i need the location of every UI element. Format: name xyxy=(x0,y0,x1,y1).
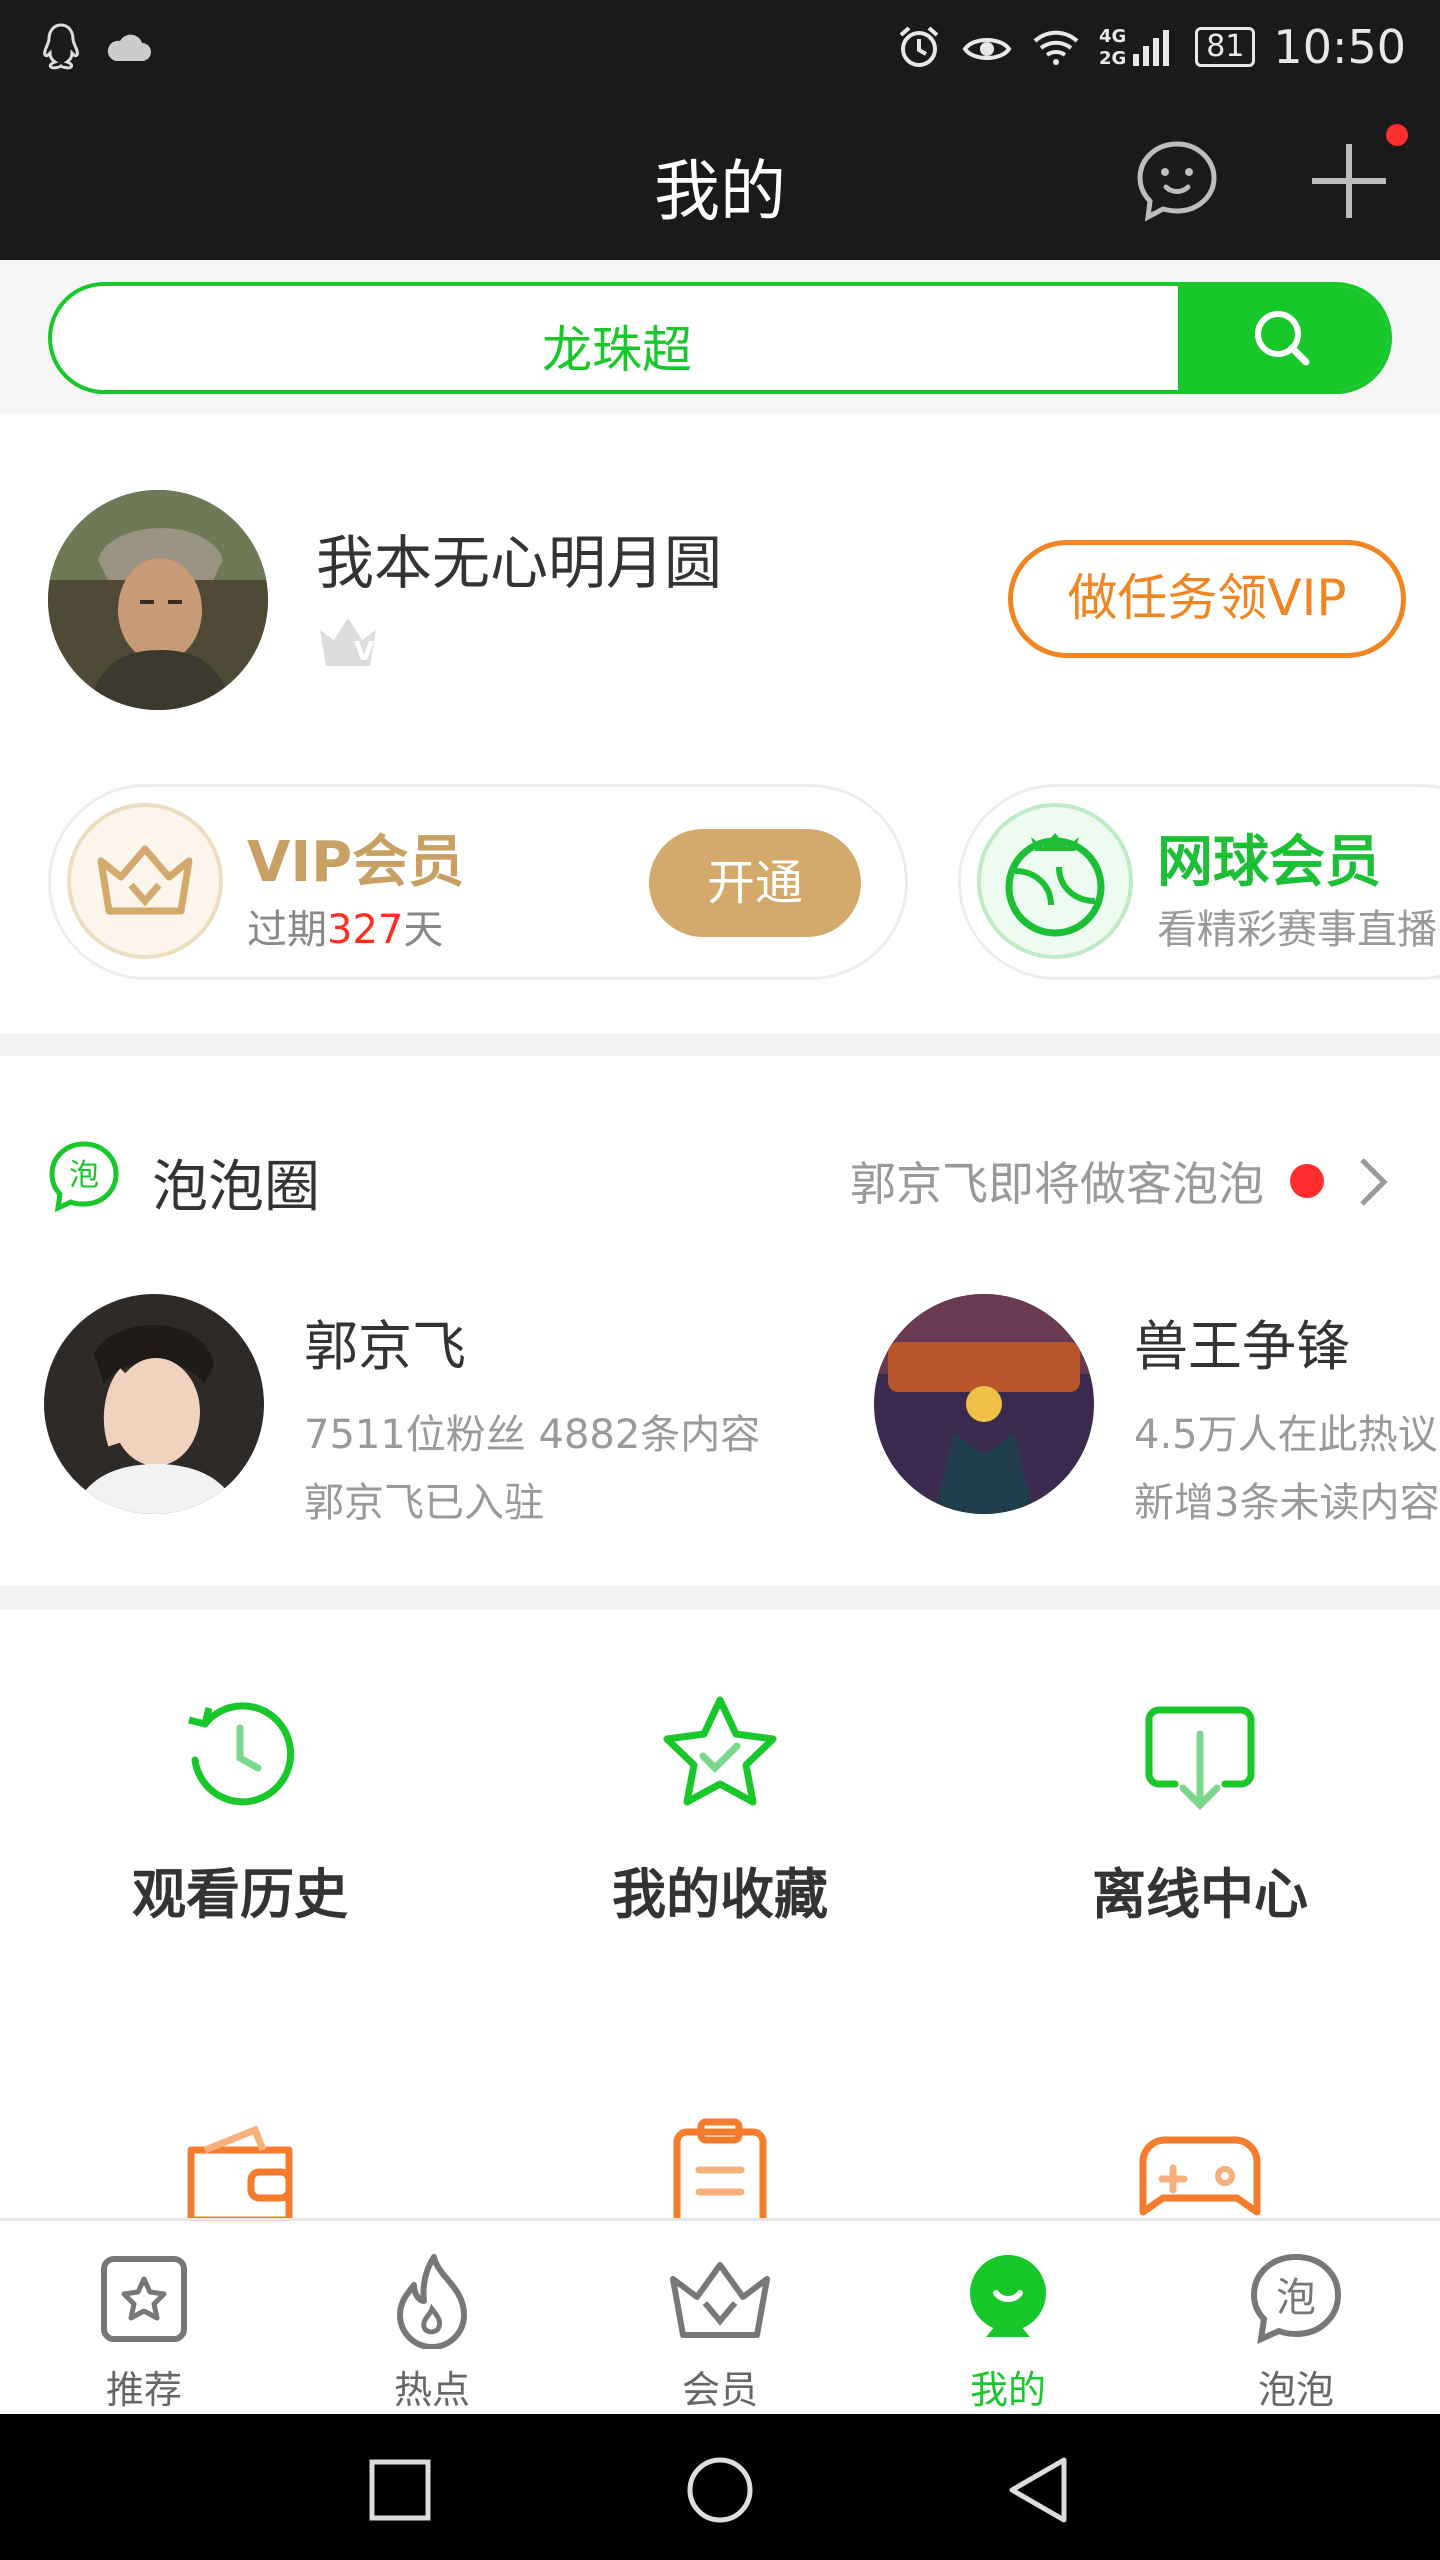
circle-avatar xyxy=(874,1294,1094,1514)
status-right-icons: 4G 2G 81 10:50 xyxy=(895,20,1406,74)
level-text: V1 xyxy=(354,637,392,667)
tab-vip-label: 会员 xyxy=(681,2368,758,2412)
wifi-icon xyxy=(1033,30,1079,65)
circle-avatar xyxy=(44,1294,264,1514)
tab-hot[interactable]: 热点 xyxy=(288,2249,576,2414)
home-icon[interactable] xyxy=(684,2454,756,2526)
chevron-right-icon[interactable] xyxy=(1354,1152,1394,1212)
alarm-icon xyxy=(899,26,939,67)
username: 我本无心明月圆 xyxy=(316,529,723,597)
battery-level: 81 xyxy=(1195,27,1256,67)
tennis-ball-icon xyxy=(977,803,1133,959)
tennis-title: 网球会员 xyxy=(1157,830,1381,895)
notification-dot xyxy=(1386,124,1408,146)
tab-recommend[interactable]: 推荐 xyxy=(0,2249,288,2414)
offline-center-label: 离线中心 xyxy=(1092,1863,1308,1926)
download-icon xyxy=(1145,1706,1255,1810)
bubble-icon: 泡 xyxy=(1250,2253,1342,2344)
history-icon xyxy=(188,1702,295,1806)
profile-section: 我本无心明月圆 V1 做任务领VIP VIP会员 过期327天 开通 网球会员 … xyxy=(0,414,1440,1034)
section-divider xyxy=(0,1586,1440,1610)
tab-bubble-label: 泡泡 xyxy=(1257,2368,1334,2412)
tab-bubble[interactable]: 泡 泡泡 xyxy=(1152,2249,1440,2414)
vip-expiry-suffix: 天 xyxy=(403,907,444,953)
section-divider xyxy=(0,1034,1440,1056)
bubble-circle-title: 泡泡圈 xyxy=(152,1155,320,1220)
svg-text:4G: 4G xyxy=(1099,26,1126,47)
status-bar: 4G 2G 81 10:50 xyxy=(0,0,1440,100)
watch-history-label: 观看历史 xyxy=(132,1863,348,1926)
tab-recommend-label: 推荐 xyxy=(105,2368,182,2412)
my-favorites-label: 我的收藏 xyxy=(612,1863,828,1926)
circle-note: 新增3条未读内容 xyxy=(1134,1480,1440,1526)
circle-name: 兽王争锋 xyxy=(1134,1315,1350,1378)
message-icon[interactable] xyxy=(1132,136,1222,226)
tennis-subtitle: 看精彩赛事直播 xyxy=(1157,907,1437,953)
task-vip-button[interactable]: 做任务领VIP xyxy=(1008,540,1406,658)
circle-avatar-image xyxy=(44,1294,264,1514)
bubble-tab-icon-text: 泡 xyxy=(1276,2275,1316,2321)
vip-membership-card[interactable]: VIP会员 过期327天 开通 xyxy=(48,784,908,980)
tab-hot-label: 热点 xyxy=(393,2368,470,2412)
crown-icon xyxy=(670,2262,770,2338)
page-title: 我的 xyxy=(654,153,786,230)
open-vip-button[interactable]: 开通 xyxy=(649,829,861,937)
offline-center-button[interactable]: 离线中心 xyxy=(960,1690,1440,1929)
circle-stats: 4.5万人在此热议 xyxy=(1134,1412,1438,1458)
avatar[interactable] xyxy=(48,490,268,710)
add-icon[interactable] xyxy=(1304,136,1394,226)
vip-expiry-days: 327 xyxy=(327,907,404,953)
circle-name: 郭京飞 xyxy=(304,1315,466,1378)
system-navigation-bar xyxy=(0,2414,1440,2560)
title-bar: 我的 xyxy=(0,100,1440,260)
svg-text:2G: 2G xyxy=(1099,48,1126,69)
circle-note: 郭京飞已入驻 xyxy=(304,1480,544,1526)
search-section: 龙珠超 xyxy=(0,260,1440,414)
search-button[interactable] xyxy=(1178,286,1388,390)
vip-expiry: 过期327天 xyxy=(247,897,443,955)
cloud-icon xyxy=(107,34,151,61)
favorite-star-icon xyxy=(663,1696,777,1806)
circle-stats: 7511位粉丝 4882条内容 xyxy=(304,1412,761,1458)
my-favorites-button[interactable]: 我的收藏 xyxy=(480,1690,960,1929)
bubble-icon-text: 泡 xyxy=(69,1158,99,1193)
tab-me-label: 我的 xyxy=(969,2368,1046,2412)
flame-icon xyxy=(397,2254,467,2349)
qq-icon xyxy=(43,23,79,70)
search-input[interactable]: 龙珠超 xyxy=(48,282,1392,394)
eye-comfort-icon xyxy=(962,38,1012,60)
watch-history-button[interactable]: 观看历史 xyxy=(0,1690,480,1929)
quick-actions: 观看历史 我的收藏 离线中心 xyxy=(0,1610,1440,2236)
level-badge-icon: V1 xyxy=(320,618,392,667)
vip-crown-icon xyxy=(67,803,223,959)
recents-icon[interactable] xyxy=(364,2454,436,2526)
status-left-icons xyxy=(40,22,152,72)
vip-title: VIP会员 xyxy=(247,830,465,895)
bubble-circle-icon: 泡 xyxy=(49,1141,119,1212)
bubble-circle-notice[interactable]: 郭京飞即将做客泡泡 xyxy=(850,1148,1264,1214)
star-square-icon xyxy=(101,2256,187,2342)
avatar-image xyxy=(48,490,268,710)
bottom-tab-bar: 推荐 热点 会员 我的 泡 泡泡 xyxy=(0,2218,1440,2414)
me-icon xyxy=(970,2255,1046,2337)
bubble-circle-section: 泡 泡泡圈 郭京飞即将做客泡泡 郭京飞 7511位粉丝 4882条内容 郭京飞已… xyxy=(0,1056,1440,1586)
tab-me[interactable]: 我的 xyxy=(864,2249,1152,2414)
vip-expiry-prefix: 过期 xyxy=(247,907,327,953)
back-icon[interactable] xyxy=(1004,2454,1076,2526)
notice-dot xyxy=(1290,1164,1324,1198)
search-placeholder: 龙珠超 xyxy=(542,321,692,379)
tennis-membership-card[interactable]: 网球会员 看精彩赛事直播 xyxy=(958,784,1440,980)
search-icon xyxy=(1255,311,1310,366)
app-screen: 4G 2G 81 10:50 我的 龙珠超 我本无心明月圆 V1 做任务领VIP… xyxy=(0,0,1440,2560)
cell-signal-icon: 4G 2G xyxy=(1099,26,1170,69)
circle-avatar-image xyxy=(874,1294,1094,1514)
tab-vip[interactable]: 会员 xyxy=(576,2249,864,2414)
clock: 10:50 xyxy=(1273,20,1406,74)
